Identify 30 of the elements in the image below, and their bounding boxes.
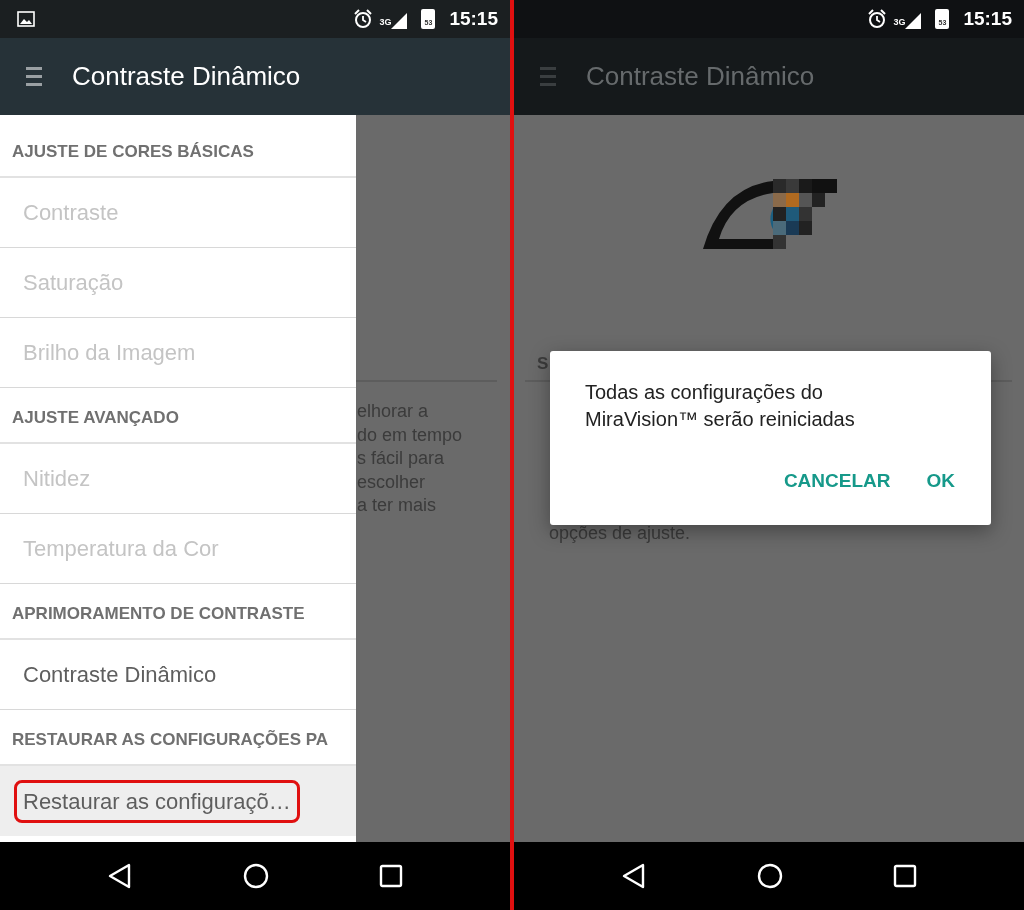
network-type: 3G <box>379 15 392 29</box>
section-header: AJUSTE DE CORES BÁSICAS <box>0 115 356 178</box>
menu-item[interactable]: Temperatura da Cor <box>0 514 356 584</box>
dialog-button[interactable]: CANCELAR <box>771 463 903 500</box>
section-header: AJUSTE AVANÇADO <box>0 388 356 444</box>
signal-icon <box>391 11 408 30</box>
menu-icon[interactable] <box>26 66 42 87</box>
menu-item[interactable]: Contraste <box>0 178 356 248</box>
back-icon[interactable] <box>621 863 647 889</box>
recents-icon[interactable] <box>893 864 917 888</box>
network-type: 3G <box>893 15 906 29</box>
clock-time: 15:15 <box>449 6 498 31</box>
alarm-icon <box>353 9 374 29</box>
app-title: Contraste Dinâmico <box>586 60 815 93</box>
clock-time: 15:15 <box>963 6 1012 31</box>
signal-icon <box>905 11 922 30</box>
section-header: APRIMORAMENTO DE CONTRASTE <box>0 584 356 640</box>
menu-item[interactable]: Nitidez <box>0 444 356 514</box>
recents-icon[interactable] <box>379 864 403 888</box>
menu-item[interactable]: Contraste Dinâmico <box>0 640 356 710</box>
back-icon[interactable] <box>107 863 133 889</box>
app-title: Contraste Dinâmico <box>72 60 301 93</box>
menu-item[interactable]: Restaurar as configuraçõ… <box>0 766 356 836</box>
home-icon[interactable] <box>243 863 269 889</box>
home-icon[interactable] <box>757 863 783 889</box>
menu-item[interactable]: Saturação <box>0 248 356 318</box>
alarm-icon <box>867 9 888 29</box>
dialog-button[interactable]: OK <box>914 463 967 500</box>
dialog-message: Todas as configurações do MiraVision™ serão reiniciadas <box>585 380 856 432</box>
menu-item[interactable]: Brilho da Imagem <box>0 318 356 388</box>
